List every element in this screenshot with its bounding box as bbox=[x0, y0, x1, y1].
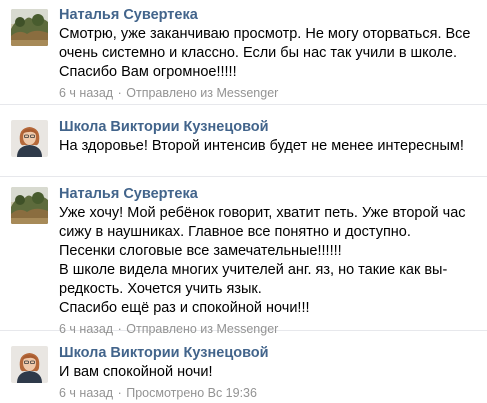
landscape-photo-avatar[interactable] bbox=[11, 9, 48, 46]
message-time[interactable]: 6 ч назад bbox=[59, 86, 113, 100]
meta-separator: · bbox=[117, 386, 122, 400]
message-status: Просмотрено Вс 19:36 bbox=[126, 386, 257, 400]
message-item: Наталья Сувертека Уже хочу! Мой ребёнок … bbox=[0, 177, 487, 336]
woman-portrait-icon bbox=[11, 346, 48, 383]
message-thread: Наталья Сувертека Смотрю, уже заканчиваю… bbox=[0, 0, 487, 403]
woman-portrait-icon bbox=[11, 120, 48, 157]
message-meta: 6 ч назад · Отправлено из Messenger bbox=[59, 85, 479, 101]
message-meta: 6 ч назад · Просмотрено Вс 19:36 bbox=[59, 385, 479, 401]
author-name[interactable]: Школа Виктории Кузнецовой bbox=[59, 119, 479, 136]
author-name[interactable]: Школа Виктории Кузнецовой bbox=[59, 345, 479, 362]
message-content: Наталья Сувертека Уже хочу! Мой ребёнок … bbox=[59, 186, 479, 337]
message-content: Наталья Сувертека Смотрю, уже заканчиваю… bbox=[59, 7, 479, 101]
message-item: Школа Виктории Кузнецовой И вам спокойно… bbox=[0, 331, 487, 403]
message-item: Школа Виктории Кузнецовой На здоровье! В… bbox=[0, 105, 487, 177]
message-item: Наталья Сувертека Смотрю, уже заканчиваю… bbox=[0, 0, 487, 105]
message-content: Школа Виктории Кузнецовой На здоровье! В… bbox=[59, 119, 479, 156]
meta-separator: · bbox=[117, 86, 122, 100]
landscape-photo-icon bbox=[11, 9, 48, 46]
message-content: Школа Виктории Кузнецовой И вам спокойно… bbox=[59, 345, 479, 401]
author-name[interactable]: Наталья Сувертека bbox=[59, 7, 479, 24]
message-text: И вам спокойной ночи! bbox=[59, 364, 213, 380]
woman-portrait-avatar[interactable] bbox=[11, 120, 48, 157]
message-time[interactable]: 6 ч назад bbox=[59, 386, 113, 400]
message-text: На здоровье! Второй интенсив будет не ме… bbox=[59, 138, 464, 154]
author-name[interactable]: Наталья Сувертека bbox=[59, 186, 479, 203]
woman-portrait-avatar[interactable] bbox=[11, 346, 48, 383]
landscape-photo-avatar[interactable] bbox=[11, 187, 48, 224]
message-text: Смотрю, уже заканчиваю просмотр. Не могу… bbox=[59, 26, 471, 80]
landscape-photo-icon bbox=[11, 187, 48, 224]
message-status: Отправлено из Messenger bbox=[126, 86, 279, 100]
message-text: Уже хочу! Мой ребёнок говорит, хватит пе… bbox=[59, 205, 466, 316]
